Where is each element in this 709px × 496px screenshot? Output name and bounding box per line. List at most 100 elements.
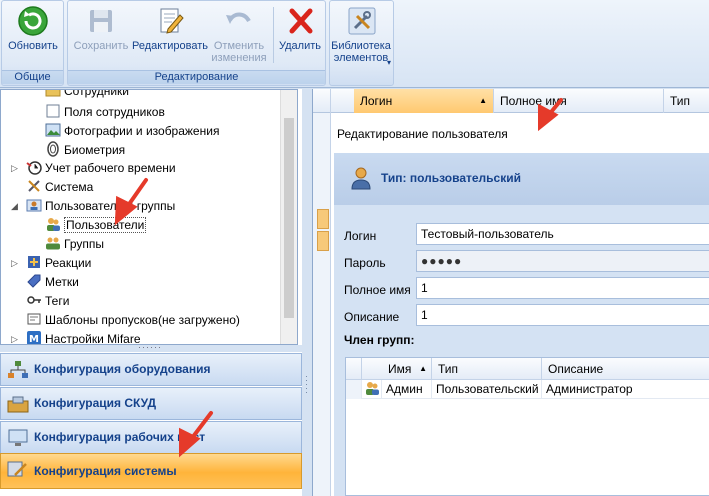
tree-item-users[interactable]: Пользователи <box>45 216 147 234</box>
undo-button[interactable]: Отменить изменения <box>208 3 270 69</box>
network-icon <box>8 361 28 378</box>
tree-item-mifare[interactable]: M Настройки Mifare <box>26 330 141 345</box>
nav-system-config-label: Конфигурация системы <box>34 464 177 478</box>
tree-scrollbar[interactable] <box>280 90 297 344</box>
edit-button[interactable]: Редактировать <box>132 3 208 69</box>
tag-icon <box>26 273 42 289</box>
tree-item-time-tracking[interactable]: Учет рабочего времени <box>26 159 176 177</box>
tree-item-groups[interactable]: Группы <box>45 235 104 253</box>
element-library-label: Библиотека элементов <box>331 40 391 64</box>
grid-corner <box>346 358 362 380</box>
tree-item-tags[interactable]: Теги <box>26 292 69 310</box>
panel-splitter[interactable]: · · · · · <box>302 89 312 496</box>
access-control-icon <box>7 396 29 413</box>
column-header-type[interactable]: Тип <box>664 89 709 113</box>
ribbon-group-general: Обновить Общие <box>1 0 64 86</box>
tree-item-employees[interactable]: Сотрудники <box>45 90 129 100</box>
undo-icon <box>226 12 251 24</box>
tree-item-marks[interactable]: Метки <box>26 273 79 291</box>
delete-icon <box>289 8 313 34</box>
nav-access-control-config[interactable]: Конфигурация СКУД <box>0 387 302 420</box>
user-editor: Редактирование пользователя Тип: пользов… <box>331 113 709 496</box>
nav-access-control-config-label: Конфигурация СКУД <box>34 396 157 410</box>
mifare-icon: M <box>26 330 42 345</box>
users-grid-header: Логин ▲ Полное имя Тип <box>313 89 709 113</box>
reaction-icon <box>26 254 42 270</box>
photo-icon <box>45 122 61 138</box>
workstation-icon <box>8 429 28 446</box>
tree-item-system[interactable]: Система <box>26 178 93 196</box>
users-folder-icon <box>26 197 42 213</box>
grid-corner <box>313 89 331 113</box>
grid-row-indicators <box>313 113 331 496</box>
column-header-type[interactable]: Тип <box>432 358 542 380</box>
tree-scrollbar-thumb[interactable] <box>284 118 294 318</box>
description-field[interactable]: 1 <box>416 304 709 326</box>
ribbon-group-editing: Сохранить Редактировать Отменить изменен… <box>67 0 326 86</box>
tree-item-biometrics[interactable]: Биометрия <box>45 141 125 159</box>
member-type: Пользовательский <box>432 380 542 399</box>
table-row[interactable]: Админ Пользовательский Администратор <box>346 380 709 399</box>
user-icon <box>362 380 382 399</box>
column-header-description[interactable]: Описание <box>542 358 709 380</box>
tree-expander[interactable]: ▷ <box>11 254 20 272</box>
refresh-icon <box>18 6 48 36</box>
login-label: Логин <box>344 229 377 243</box>
nav-system-config[interactable]: Конфигурация системы <box>0 453 302 489</box>
row-indicator <box>346 380 362 399</box>
description-label: Описание <box>344 310 400 324</box>
ribbon-group-caption: Общие <box>2 70 63 84</box>
column-header-name[interactable]: Имя ▲ <box>382 358 432 380</box>
delete-button[interactable]: Удалить <box>276 3 324 69</box>
nav-workstation-config[interactable]: Конфигурация рабочих мест <box>0 421 302 454</box>
member-name: Админ <box>382 380 432 399</box>
group-membership-grid: Имя ▲ Тип Описание Админ Пользовательски… <box>345 357 709 496</box>
refresh-button[interactable]: Обновить <box>4 3 62 69</box>
column-header-fullname[interactable]: Полное имя <box>494 89 664 113</box>
user-type-banner: Тип: пользовательский <box>334 153 709 205</box>
splitter-grip[interactable]: · · · · · <box>305 372 309 398</box>
tree-collapser[interactable]: ◢ <box>11 197 20 215</box>
tree-item-users-and-groups[interactable]: Пользователи и группы <box>26 197 175 215</box>
membership-grid-header: Имя ▲ Тип Описание <box>346 358 709 380</box>
navigation-tree: Сотрудники Поля сотрудников Фотографии и… <box>0 89 298 345</box>
save-icon <box>90 10 112 32</box>
delete-label: Удалить <box>279 40 321 52</box>
tools-icon <box>348 7 376 35</box>
tree-item-reactions[interactable]: Реакции <box>26 254 91 272</box>
fullname-field[interactable]: 1 <box>416 277 709 299</box>
tree-item-employee-fields[interactable]: Поля сотрудников <box>45 103 165 121</box>
element-library-button[interactable]: Библиотека элементов ▾ <box>331 3 393 69</box>
user-form: Логин Тестовый-пользователь Пароль ●●●●●… <box>334 205 709 496</box>
ribbon-separator <box>273 7 274 63</box>
nav-hardware-config[interactable]: Конфигурация оборудования <box>0 353 302 386</box>
tree-item-pass-templates[interactable]: Шаблоны пропусков(не загружено) <box>26 311 240 329</box>
row-marker[interactable] <box>317 209 329 229</box>
tree-expander[interactable]: ▷ <box>11 330 20 344</box>
ribbon-group-caption: Редактирование <box>68 70 325 84</box>
group-membership-title: Член групп: <box>344 333 415 347</box>
template-icon <box>26 311 42 327</box>
splitter-grip[interactable]: ······ <box>130 343 170 352</box>
key-icon <box>26 292 42 308</box>
user-type-label: Тип: пользовательский <box>381 171 521 185</box>
user-icon <box>45 216 61 232</box>
main-area: Логин ▲ Полное имя Тип Редактирование по… <box>312 89 709 496</box>
save-button[interactable]: Сохранить <box>70 3 132 69</box>
tree-expander[interactable]: ▷ <box>11 159 20 177</box>
row-marker[interactable] <box>317 231 329 251</box>
column-header-login[interactable]: Логин ▲ <box>354 89 494 113</box>
svg-text:M: M <box>29 334 39 345</box>
sort-ascending-icon: ▲ <box>419 364 427 373</box>
editor-title: Редактирование пользователя <box>337 127 508 141</box>
login-field[interactable]: Тестовый-пользователь <box>416 223 709 245</box>
chevron-down-icon: ▾ <box>386 58 391 67</box>
refresh-label: Обновить <box>8 40 58 52</box>
field-icon <box>45 103 61 119</box>
ribbon: Обновить Общие Сохранить Редактировать О… <box>0 0 709 88</box>
group-icon <box>45 235 61 251</box>
undo-label: Отменить изменения <box>211 40 267 64</box>
tree-item-photos[interactable]: Фотографии и изображения <box>45 122 219 140</box>
nav-workstation-config-label: Конфигурация рабочих мест <box>34 430 206 444</box>
password-field[interactable]: ●●●●● <box>416 250 709 272</box>
